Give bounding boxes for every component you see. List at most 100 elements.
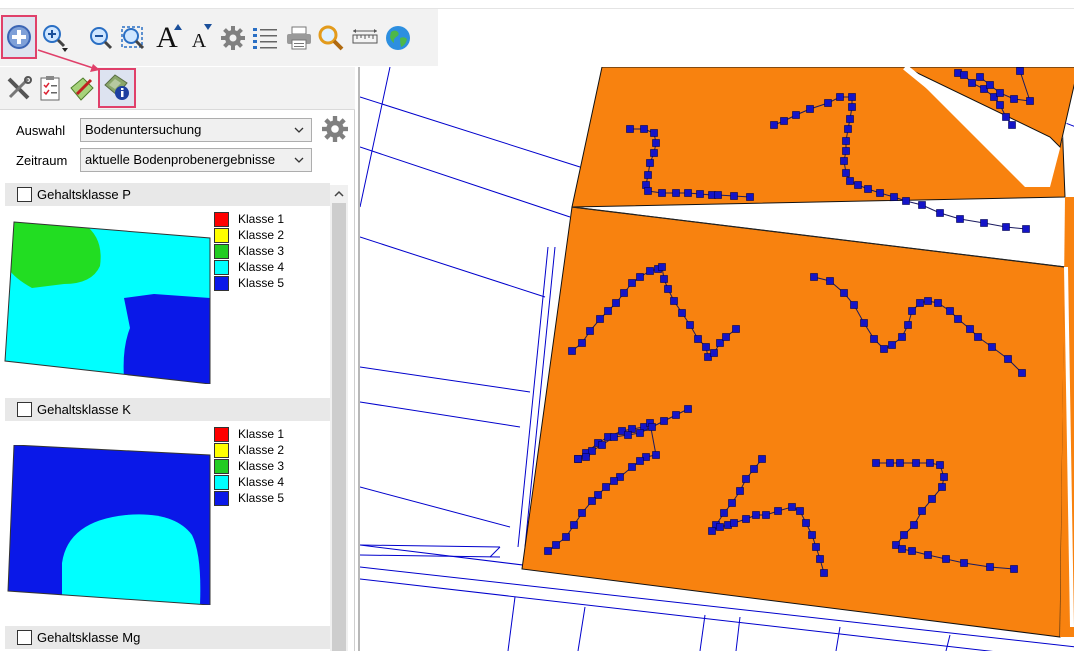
sample-point[interactable] — [836, 93, 844, 101]
sample-point[interactable] — [934, 299, 942, 307]
pan-tool-button[interactable] — [1, 15, 37, 59]
sample-point[interactable] — [988, 343, 996, 351]
layer-list-button[interactable] — [250, 22, 280, 54]
sample-point[interactable] — [752, 511, 760, 519]
sample-point[interactable] — [996, 89, 1004, 97]
sample-point[interactable] — [916, 299, 924, 307]
sample-point[interactable] — [956, 215, 964, 223]
sample-point[interactable] — [670, 297, 678, 305]
sample-point[interactable] — [708, 527, 716, 535]
sample-point[interactable] — [720, 509, 728, 517]
sample-point[interactable] — [660, 417, 668, 425]
sample-point[interactable] — [652, 451, 660, 459]
sample-point[interactable] — [806, 105, 814, 113]
sample-point[interactable] — [936, 461, 944, 469]
sample-point[interactable] — [820, 569, 828, 577]
sample-point[interactable] — [1002, 223, 1010, 231]
sample-point[interactable] — [908, 547, 916, 555]
group-header-k[interactable]: Gehaltsklasse K — [5, 398, 330, 421]
sample-point[interactable] — [562, 533, 570, 541]
sample-point[interactable] — [928, 495, 936, 503]
sample-point[interactable] — [942, 555, 950, 563]
sample-point[interactable] — [888, 341, 896, 349]
checklist-button[interactable] — [33, 73, 67, 107]
sample-point[interactable] — [980, 219, 988, 227]
print-button[interactable] — [284, 22, 314, 54]
sample-point[interactable] — [570, 521, 578, 529]
search-button[interactable] — [316, 22, 346, 54]
sample-point[interactable] — [850, 301, 858, 309]
sample-point[interactable] — [886, 459, 894, 467]
sample-point[interactable] — [702, 343, 710, 351]
font-larger-button[interactable]: A — [152, 22, 182, 54]
chevron-up-icon[interactable] — [334, 189, 344, 199]
scrollbar-thumb[interactable] — [332, 203, 346, 651]
sample-point[interactable] — [840, 289, 848, 297]
sample-point[interactable] — [796, 507, 804, 515]
sample-point[interactable] — [586, 327, 594, 335]
sample-point[interactable] — [610, 433, 618, 441]
sample-point[interactable] — [1026, 97, 1034, 105]
sample-point[interactable] — [918, 201, 926, 209]
sample-point[interactable] — [750, 465, 758, 473]
font-smaller-button[interactable]: A — [184, 22, 214, 54]
sample-point[interactable] — [658, 263, 666, 271]
sample-point[interactable] — [652, 139, 660, 147]
sample-point[interactable] — [578, 339, 586, 347]
sample-point[interactable] — [904, 321, 912, 329]
sample-point[interactable] — [672, 189, 680, 197]
sample-point[interactable] — [912, 459, 920, 467]
sample-point[interactable] — [626, 125, 634, 133]
field-edit-button[interactable] — [65, 73, 99, 107]
settings-button[interactable] — [218, 22, 248, 54]
sample-point[interactable] — [918, 507, 926, 515]
auswahl-settings-button[interactable] — [322, 116, 348, 145]
sample-point[interactable] — [946, 307, 954, 315]
sample-point[interactable] — [730, 192, 738, 200]
sample-point[interactable] — [716, 523, 724, 531]
sample-point[interactable] — [660, 275, 668, 283]
sample-point[interactable] — [596, 315, 604, 323]
sample-point[interactable] — [898, 333, 906, 341]
group-header-mg[interactable]: Gehaltsklasse Mg — [5, 626, 330, 649]
sample-point[interactable] — [664, 285, 672, 293]
group-header-p[interactable]: Gehaltsklasse P — [5, 183, 330, 206]
sample-point[interactable] — [780, 117, 788, 125]
sample-point[interactable] — [890, 193, 898, 201]
auswahl-select[interactable]: Bodenuntersuchung — [80, 118, 312, 142]
sample-point[interactable] — [746, 193, 754, 201]
sample-point[interactable] — [582, 453, 590, 461]
sample-point[interactable] — [872, 459, 880, 467]
sample-point[interactable] — [610, 477, 618, 485]
zeitraum-select[interactable]: aktuelle Bodenprobenergebnisse — [80, 148, 312, 172]
sample-point[interactable] — [960, 71, 968, 79]
sample-point[interactable] — [578, 509, 586, 517]
sample-point[interactable] — [846, 115, 854, 123]
sample-point[interactable] — [810, 273, 818, 281]
sample-point[interactable] — [966, 325, 974, 333]
sample-point[interactable] — [1002, 113, 1010, 121]
sample-point[interactable] — [648, 423, 656, 431]
sample-point[interactable] — [844, 125, 852, 133]
sample-point[interactable] — [774, 507, 782, 515]
sample-point[interactable] — [684, 405, 692, 413]
panel-scrollbar[interactable] — [330, 185, 348, 651]
sample-point[interactable] — [770, 121, 778, 129]
sample-point[interactable] — [588, 497, 596, 505]
sample-point[interactable] — [644, 187, 652, 195]
sample-point[interactable] — [896, 459, 904, 467]
sample-point[interactable] — [650, 129, 658, 137]
sample-point[interactable] — [954, 315, 962, 323]
sample-point[interactable] — [552, 541, 560, 549]
zoom-out-button[interactable] — [86, 22, 116, 54]
sample-point[interactable] — [686, 321, 694, 329]
sample-point[interactable] — [710, 349, 718, 357]
sample-point[interactable] — [876, 189, 884, 197]
sample-point[interactable] — [678, 309, 686, 317]
sample-point[interactable] — [816, 555, 824, 563]
sample-point[interactable] — [658, 189, 666, 197]
sample-point[interactable] — [826, 277, 834, 285]
group-checkbox-k[interactable] — [17, 402, 32, 417]
sample-point[interactable] — [730, 519, 738, 527]
sample-point[interactable] — [742, 475, 750, 483]
